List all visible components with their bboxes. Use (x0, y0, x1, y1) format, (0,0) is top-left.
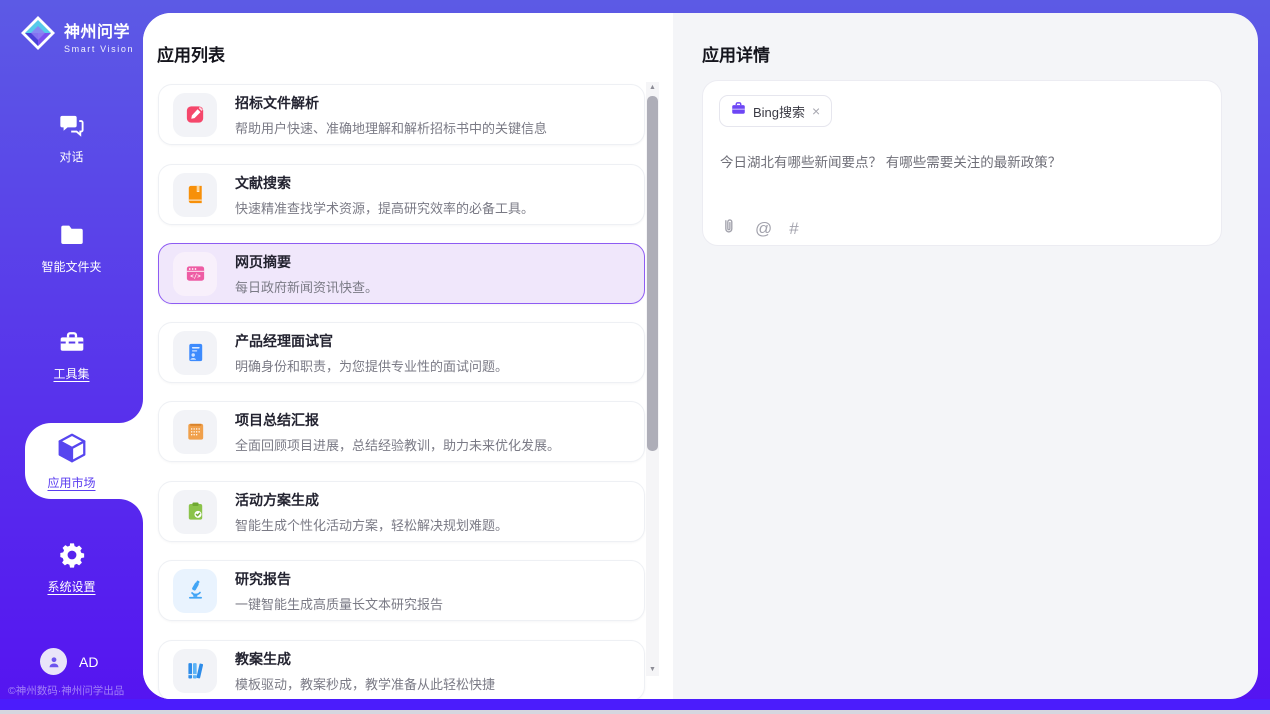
app-name: 教案生成 (235, 649, 495, 669)
sidebar-item-toolset[interactable]: 工具集 (0, 328, 143, 382)
sidebar: 神州问学 Smart Vision 对话 智能文件夹 (0, 0, 143, 699)
app-card-research-report[interactable]: 研究报告 一键智能生成高质量长文本研究报告 (158, 560, 645, 621)
app-description: 一键智能生成高质量长文本研究报告 (235, 594, 443, 613)
browser-code-icon: </> (173, 252, 217, 296)
sidebar-item-smart-folder[interactable]: 智能文件夹 (0, 221, 143, 275)
app-description: 帮助用户快速、准确地理解和解析招标书中的关键信息 (235, 118, 547, 137)
app-description: 明确身份和职责，为您提供专业性的面试问题。 (235, 356, 508, 375)
query-text[interactable]: 今日湖北有哪些新闻要点？ 有哪些需要关注的最新政策？ (720, 151, 1200, 171)
tool-chip-bing-search[interactable]: Bing搜索 × (719, 95, 832, 127)
briefcase-icon (731, 101, 746, 121)
user-initials: AD (79, 654, 98, 670)
app-description: 全面回顾项目进展，总结经验教训，助力未来优化发展。 (235, 435, 560, 454)
chat-icon (58, 111, 86, 144)
bubble-notch-top (119, 399, 143, 423)
brand-logo: 神州问学 Smart Vision (18, 13, 134, 58)
app-description: 模板驱动，教案秒成，教学准备从此轻松快捷 (235, 674, 495, 693)
app-list-title: 应用列表 (157, 41, 225, 66)
app-list-scrollbar[interactable]: ▲ ▼ (646, 82, 659, 676)
app-name: 网页摘要 (235, 252, 378, 272)
app-name: 产品经理面试官 (235, 331, 508, 351)
sidebar-item-app-market[interactable]: 应用市场 (0, 431, 143, 491)
cube-icon (55, 431, 89, 470)
scrollbar-thumb[interactable] (647, 96, 658, 451)
scroll-up-icon[interactable]: ▲ (646, 82, 659, 94)
copyright-text: ©神州数码·神州问学出品 (8, 683, 124, 698)
bottom-edge-line (0, 710, 1270, 714)
app-name: 项目总结汇报 (235, 410, 560, 430)
tool-chip-label: Bing搜索 (753, 102, 805, 121)
gear-icon (58, 541, 86, 574)
bubble-notch-bottom (119, 499, 143, 523)
app-card-bid-document-analysis[interactable]: 招标文件解析 帮助用户快速、准确地理解和解析招标书中的关键信息 (158, 84, 645, 145)
svg-text:</>: </> (190, 274, 201, 280)
interview-document-icon (173, 331, 217, 375)
books-icon (173, 649, 217, 693)
sidebar-item-settings[interactable]: 系统设置 (0, 541, 143, 595)
folder-icon (58, 221, 86, 254)
app-card-web-summary[interactable]: </> 网页摘要 每日政府新闻资讯快查。 (158, 243, 645, 304)
at-icon[interactable]: @ (755, 219, 772, 239)
notepad-icon (173, 410, 217, 454)
brand-name: 神州问学 (64, 18, 134, 42)
app-card-project-summary[interactable]: 项目总结汇报 全面回顾项目进展，总结经验教训，助力未来优化发展。 (158, 401, 645, 462)
scroll-down-icon[interactable]: ▼ (646, 664, 659, 676)
microscope-icon (173, 569, 217, 613)
toolbox-icon (58, 328, 86, 361)
hash-icon[interactable]: # (789, 219, 798, 239)
edit-document-icon (173, 93, 217, 137)
prompt-card[interactable]: Bing搜索 × 今日湖北有哪些新闻要点？ 有哪些需要关注的最新政策？ @ # (702, 80, 1222, 246)
app-card-pm-interviewer[interactable]: 产品经理面试官 明确身份和职责，为您提供专业性的面试问题。 (158, 322, 645, 383)
clipboard-check-icon (173, 490, 217, 534)
app-name: 活动方案生成 (235, 490, 508, 510)
app-list-panel: 应用列表 招标文件解析 帮助用户快速、准确地理解和解析招标书中的关键信息 (143, 13, 673, 699)
sidebar-item-label: 对话 (59, 148, 83, 165)
content-area: 应用列表 招标文件解析 帮助用户快速、准确地理解和解析招标书中的关键信息 (143, 13, 1258, 699)
sidebar-item-label: 应用市场 (47, 474, 95, 491)
app-detail-title: 应用详情 (702, 41, 770, 66)
app-detail-panel: 应用详情 Bing搜索 × 今日湖北有哪些新闻要点？ 有哪些需要关注的最新政策？ (673, 13, 1258, 699)
avatar (40, 648, 67, 675)
app-card-event-plan[interactable]: 活动方案生成 智能生成个性化活动方案，轻松解决规划难题。 (158, 481, 645, 542)
sidebar-item-label: 智能文件夹 (41, 258, 101, 275)
chip-close-icon[interactable]: × (812, 104, 820, 118)
app-name: 研究报告 (235, 569, 443, 589)
app-description: 快速精准查找学术资源，提高研究效率的必备工具。 (235, 198, 534, 217)
app-name: 文献搜索 (235, 173, 534, 193)
app-description: 智能生成个性化活动方案，轻松解决规划难题。 (235, 515, 508, 534)
user-account[interactable]: AD (40, 648, 98, 675)
prompt-toolbar: @ # (720, 217, 799, 241)
sidebar-item-label: 系统设置 (47, 578, 95, 595)
bottom-accent-strip (0, 699, 1270, 710)
brand-gem-icon (18, 13, 58, 58)
sidebar-item-chat[interactable]: 对话 (0, 111, 143, 165)
sidebar-item-label: 工具集 (53, 365, 89, 382)
book-icon (173, 173, 217, 217)
app-description: 每日政府新闻资讯快查。 (235, 277, 378, 296)
app-card-literature-search[interactable]: 文献搜索 快速精准查找学术资源，提高研究效率的必备工具。 (158, 164, 645, 225)
app-card-lesson-plan[interactable]: 教案生成 模板驱动，教案秒成，教学准备从此轻松快捷 (158, 640, 645, 699)
paperclip-icon[interactable] (720, 217, 738, 241)
brand-subtitle: Smart Vision (64, 44, 134, 54)
app-name: 招标文件解析 (235, 93, 547, 113)
